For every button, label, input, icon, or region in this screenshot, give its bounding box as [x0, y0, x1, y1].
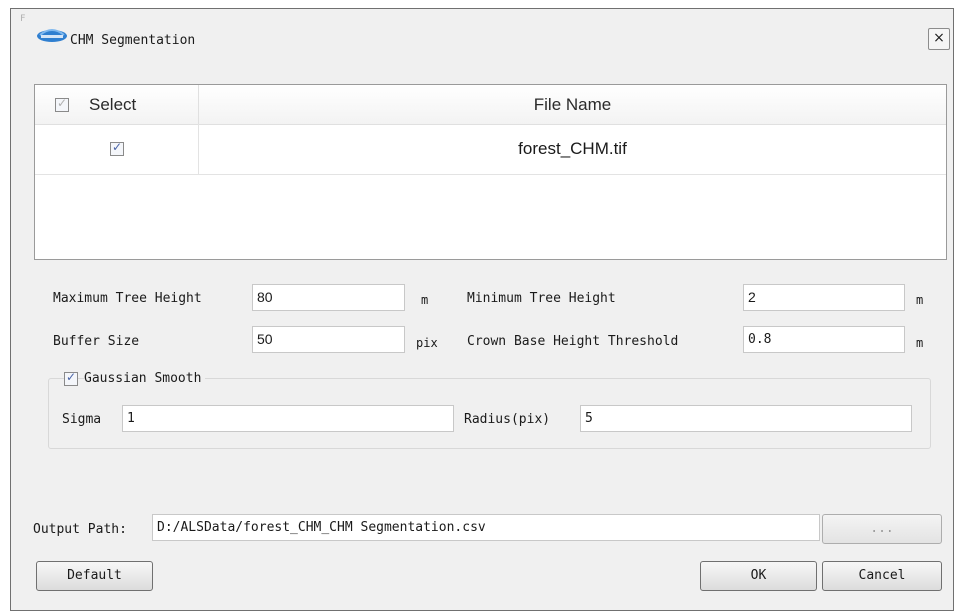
select-column-header[interactable]: Select [35, 85, 199, 124]
select-all-checkbox[interactable] [55, 96, 69, 112]
window-title: CHM Segmentation [70, 33, 196, 48]
crown-base-threshold-label: Crown Base Height Threshold [467, 334, 679, 349]
buffer-size-unit: pix [416, 336, 438, 350]
output-path-label: Output Path: [33, 522, 127, 537]
file-table: Select File Name forest_CHM.tif [34, 84, 947, 260]
output-path-field[interactable]: D:/ALSData/forest_CHM_CHM Segmentation.c… [152, 514, 820, 541]
select-column-label: Select [89, 95, 137, 114]
gaussian-smooth-checkbox[interactable] [64, 370, 78, 386]
max-tree-height-label: Maximum Tree Height [53, 291, 202, 306]
file-name-cell: forest_CHM.tif [518, 139, 627, 158]
crown-base-threshold-field[interactable]: 0.8 [743, 326, 905, 353]
close-button[interactable]: × [928, 28, 950, 50]
table-header: Select File Name [35, 85, 946, 125]
browse-button[interactable]: ... [822, 514, 942, 544]
ok-button[interactable]: OK [700, 561, 817, 591]
min-tree-height-label: Minimum Tree Height [467, 291, 616, 306]
app-logo-icon [37, 29, 67, 42]
cancel-button[interactable]: Cancel [822, 561, 942, 591]
buffer-size-label: Buffer Size [53, 334, 140, 349]
corner-mark: F [20, 14, 26, 24]
default-button[interactable]: Default [36, 561, 153, 591]
close-icon: × [933, 30, 945, 46]
row-select-cell [35, 124, 199, 174]
max-tree-height-field[interactable]: 80 [252, 284, 405, 311]
sigma-field[interactable]: 1 [122, 405, 454, 432]
file-name-column-header[interactable]: File Name [199, 85, 946, 124]
buffer-size-field[interactable]: 50 [252, 326, 405, 353]
min-tree-height-field[interactable]: 2 [743, 284, 905, 311]
row-select-checkbox[interactable] [110, 140, 124, 156]
gaussian-smooth-label: Gaussian Smooth [84, 371, 206, 386]
radius-label: Radius(pix) [464, 412, 551, 427]
sigma-label: Sigma [62, 412, 102, 427]
radius-field[interactable]: 5 [580, 405, 912, 432]
max-tree-height-unit: m [421, 293, 429, 307]
table-row[interactable]: forest_CHM.tif [35, 124, 946, 175]
min-tree-height-unit: m [916, 293, 924, 307]
crown-base-threshold-unit: m [916, 336, 924, 350]
